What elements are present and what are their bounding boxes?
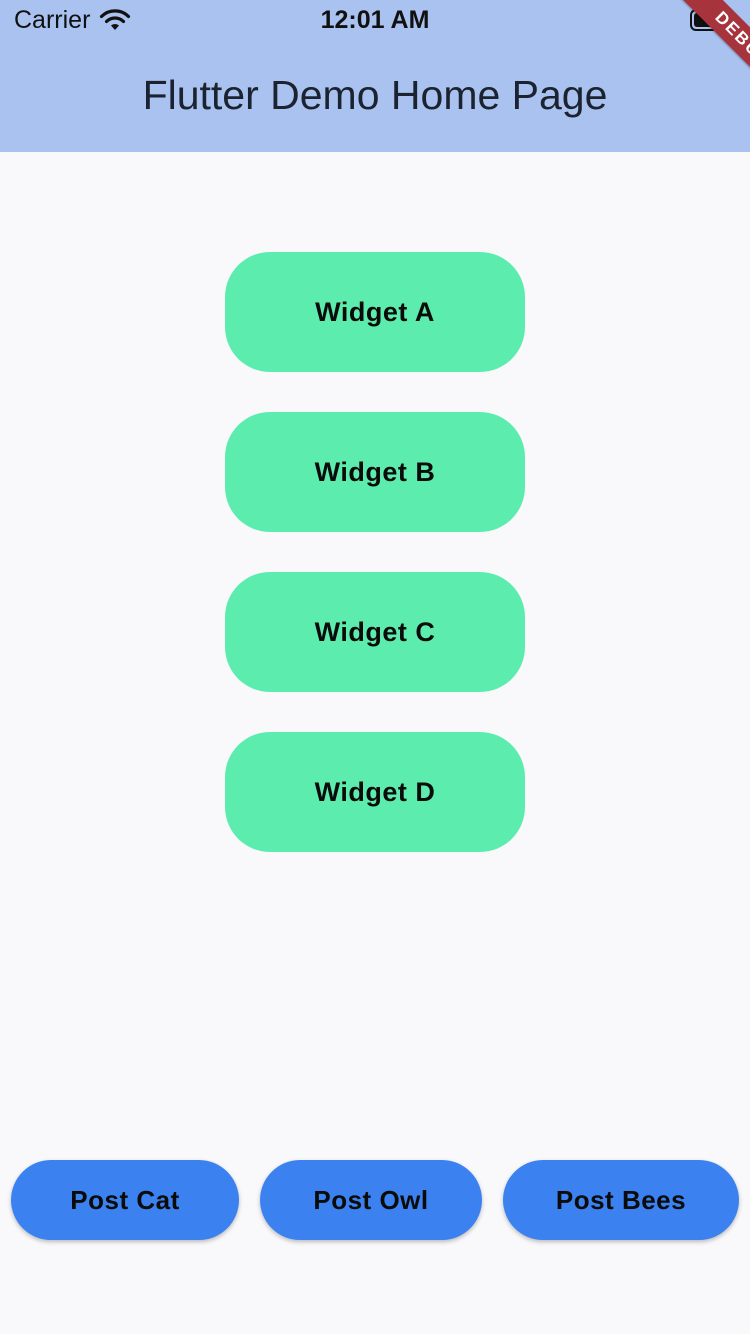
debug-banner: DEBUG xyxy=(630,0,750,120)
post-cat-button[interactable]: Post Cat xyxy=(11,1160,239,1240)
widget-b-button[interactable]: Widget B xyxy=(225,412,525,532)
widget-c-button[interactable]: Widget C xyxy=(225,572,525,692)
debug-banner-label: DEBUG xyxy=(672,0,750,111)
post-owl-button[interactable]: Post Owl xyxy=(260,1160,482,1240)
post-bees-button[interactable]: Post Bees xyxy=(503,1160,739,1240)
widget-a-button[interactable]: Widget A xyxy=(225,252,525,372)
widget-d-button[interactable]: Widget D xyxy=(225,732,525,852)
